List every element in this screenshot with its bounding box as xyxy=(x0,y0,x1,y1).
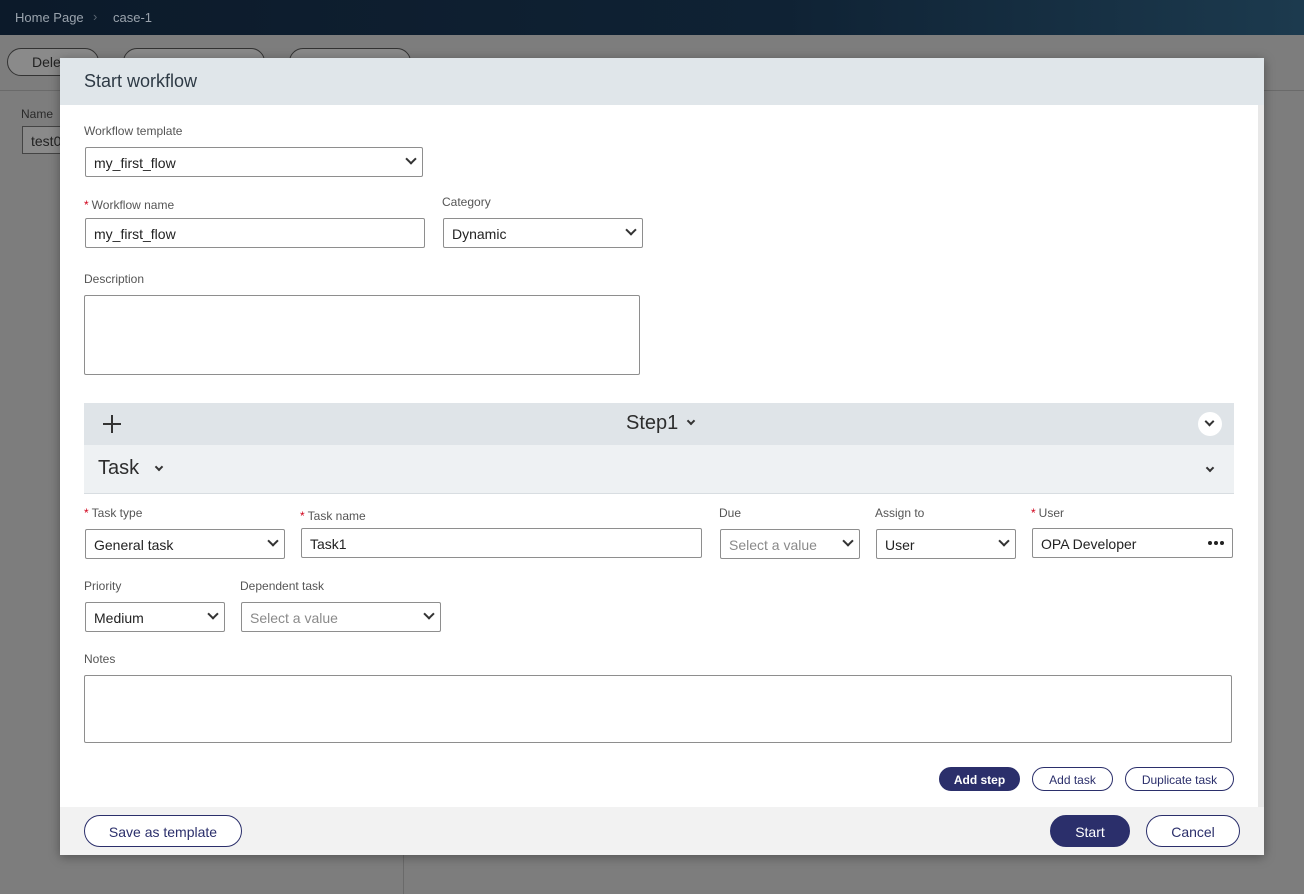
workflow-template-value: my_first_flow xyxy=(94,155,176,171)
notes-textarea[interactable] xyxy=(84,675,1232,743)
step-header: Step1 xyxy=(84,403,1234,445)
step-collapse-button[interactable] xyxy=(1198,412,1222,436)
category-label: Category xyxy=(442,195,491,209)
required-asterisk: * xyxy=(84,198,89,212)
chevron-down-icon xyxy=(1204,416,1215,427)
workflow-name-input[interactable]: my_first_flow xyxy=(85,218,425,248)
name-label: Name xyxy=(21,107,54,121)
workflow-template-select[interactable]: my_first_flow xyxy=(85,147,423,177)
required-asterisk: * xyxy=(84,506,89,520)
duplicate-task-button[interactable]: Duplicate task xyxy=(1125,767,1234,791)
breadcrumb-separator: › xyxy=(93,9,98,24)
task-header: Task xyxy=(84,445,1234,494)
task-type-value: General task xyxy=(94,537,174,553)
task-title[interactable]: Task xyxy=(98,457,139,480)
workflow-name-label: * Workflow name xyxy=(84,198,174,212)
task-name-label: * Task name xyxy=(300,509,366,523)
user-label: * User xyxy=(1031,506,1064,520)
assign-to-select[interactable]: User xyxy=(876,529,1016,559)
chevron-down-icon xyxy=(998,535,1010,547)
add-task-button[interactable]: Add task xyxy=(1032,767,1113,791)
description-label: Description xyxy=(84,272,145,286)
required-asterisk: * xyxy=(300,509,305,523)
add-step-button[interactable]: Add step xyxy=(939,767,1020,791)
chevron-down-icon xyxy=(207,608,219,620)
chevron-down-icon xyxy=(423,608,435,620)
description-textarea[interactable] xyxy=(84,295,640,375)
task-type-label-text: Task type xyxy=(91,506,143,520)
start-workflow-dialog: Start workflow Workflow template my_firs… xyxy=(60,58,1264,855)
category-value: Dynamic xyxy=(452,226,507,242)
dialog-title: Start workflow xyxy=(84,71,198,91)
priority-label: Priority xyxy=(84,579,122,593)
workflow-name-label-text: Workflow name xyxy=(91,198,175,212)
chevron-down-icon xyxy=(842,535,854,547)
dialog-footer: Save as template Start Cancel xyxy=(60,807,1264,855)
step-chevron-down-icon[interactable] xyxy=(686,416,696,426)
dialog-header: Start workflow xyxy=(60,58,1264,105)
user-label-text: User xyxy=(1038,506,1065,520)
task-chevron-down-icon[interactable] xyxy=(154,462,164,472)
category-select[interactable]: Dynamic xyxy=(443,218,643,248)
app-header: Home Page › case-1 xyxy=(0,0,1304,35)
due-placeholder: Select a value xyxy=(729,537,817,553)
dependent-task-placeholder: Select a value xyxy=(250,610,338,626)
plus-icon[interactable] xyxy=(102,414,122,434)
breadcrumb-home[interactable]: Home Page xyxy=(15,10,84,25)
priority-value: Medium xyxy=(94,610,144,626)
assign-to-value: User xyxy=(885,537,915,553)
user-value: OPA Developer xyxy=(1041,536,1137,552)
step-title[interactable]: Step1 xyxy=(626,412,678,435)
chevron-down-icon xyxy=(405,153,417,165)
task-collapse-chevron-icon[interactable] xyxy=(1205,463,1215,473)
chevron-down-icon xyxy=(267,535,279,547)
dialog-scrollbar[interactable] xyxy=(1258,105,1264,807)
dependent-task-label: Dependent task xyxy=(240,579,325,593)
dependent-task-select[interactable]: Select a value xyxy=(241,602,441,632)
due-select[interactable]: Select a value xyxy=(720,529,860,559)
start-button[interactable]: Start xyxy=(1050,815,1130,847)
assign-to-label: Assign to xyxy=(875,506,925,520)
more-options-icon[interactable] xyxy=(1208,541,1224,545)
task-name-label-text: Task name xyxy=(307,509,366,523)
task-type-select[interactable]: General task xyxy=(85,529,285,559)
user-input[interactable]: OPA Developer xyxy=(1032,528,1233,558)
priority-select[interactable]: Medium xyxy=(85,602,225,632)
task-name-input[interactable]: Task1 xyxy=(301,528,702,558)
task-type-label: * Task type xyxy=(84,506,142,520)
save-as-template-button[interactable]: Save as template xyxy=(84,815,242,847)
due-label: Due xyxy=(719,506,742,520)
chevron-down-icon xyxy=(625,224,637,236)
notes-label: Notes xyxy=(84,652,116,666)
workflow-template-label: Workflow template xyxy=(84,124,183,138)
required-asterisk: * xyxy=(1031,506,1036,520)
breadcrumb-current: case-1 xyxy=(113,10,153,25)
cancel-button[interactable]: Cancel xyxy=(1146,815,1240,847)
